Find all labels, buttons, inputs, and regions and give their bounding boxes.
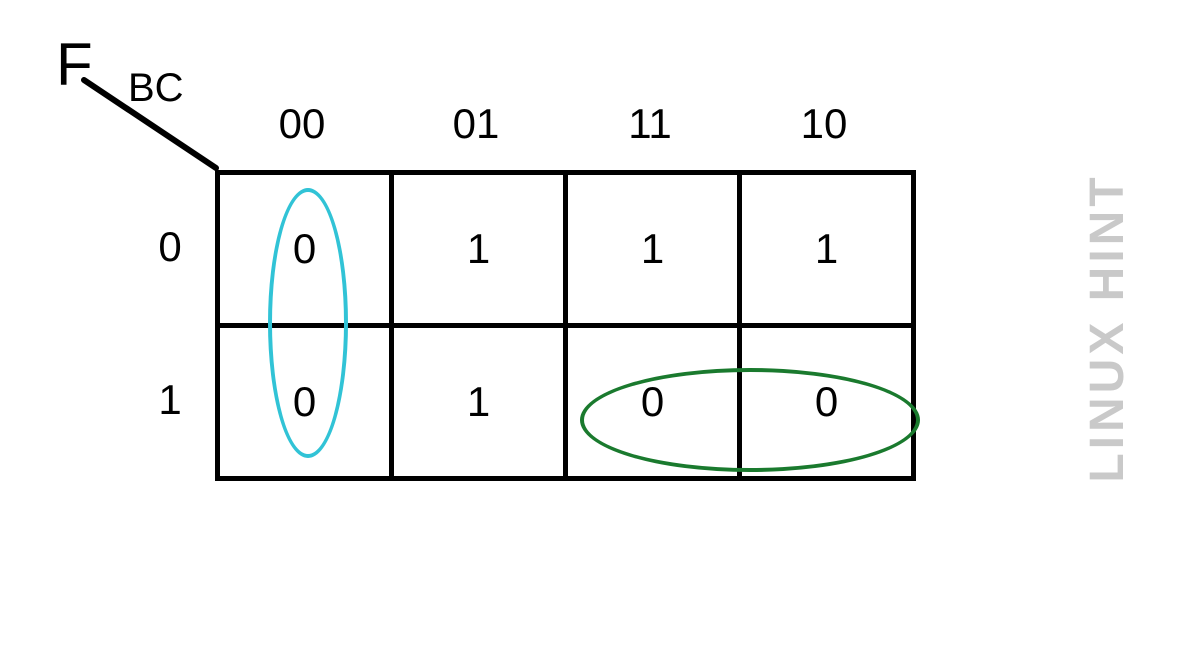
watermark-text: LINUX HINT bbox=[1080, 173, 1135, 482]
kmap-grid: 0 1 1 1 0 1 0 0 bbox=[215, 170, 916, 481]
cell-1-3: 0 bbox=[740, 326, 914, 479]
cell-1-2: 0 bbox=[566, 326, 740, 479]
col-header-11: 11 bbox=[563, 100, 737, 148]
cell-0-3: 1 bbox=[740, 173, 914, 326]
column-headers: 00 01 11 10 bbox=[215, 100, 911, 148]
col-header-01: 01 bbox=[389, 100, 563, 148]
row-header-0: 0 bbox=[140, 170, 200, 323]
kmap-diagram: F BC 00 01 11 10 0 1 0 1 1 1 0 1 0 0 LIN… bbox=[0, 0, 1198, 656]
function-label: F bbox=[56, 30, 93, 99]
cell-0-1: 1 bbox=[392, 173, 566, 326]
cell-0-2: 1 bbox=[566, 173, 740, 326]
row-headers: 0 1 bbox=[140, 170, 200, 476]
kmap-row: 0 1 0 0 bbox=[218, 326, 914, 479]
cell-0-0: 0 bbox=[218, 173, 392, 326]
col-header-10: 10 bbox=[737, 100, 911, 148]
row-header-1: 1 bbox=[140, 323, 200, 476]
col-header-00: 00 bbox=[215, 100, 389, 148]
cell-1-1: 1 bbox=[392, 326, 566, 479]
kmap-row: 0 1 1 1 bbox=[218, 173, 914, 326]
column-variable-label: BC bbox=[128, 66, 184, 111]
cell-1-0: 0 bbox=[218, 326, 392, 479]
